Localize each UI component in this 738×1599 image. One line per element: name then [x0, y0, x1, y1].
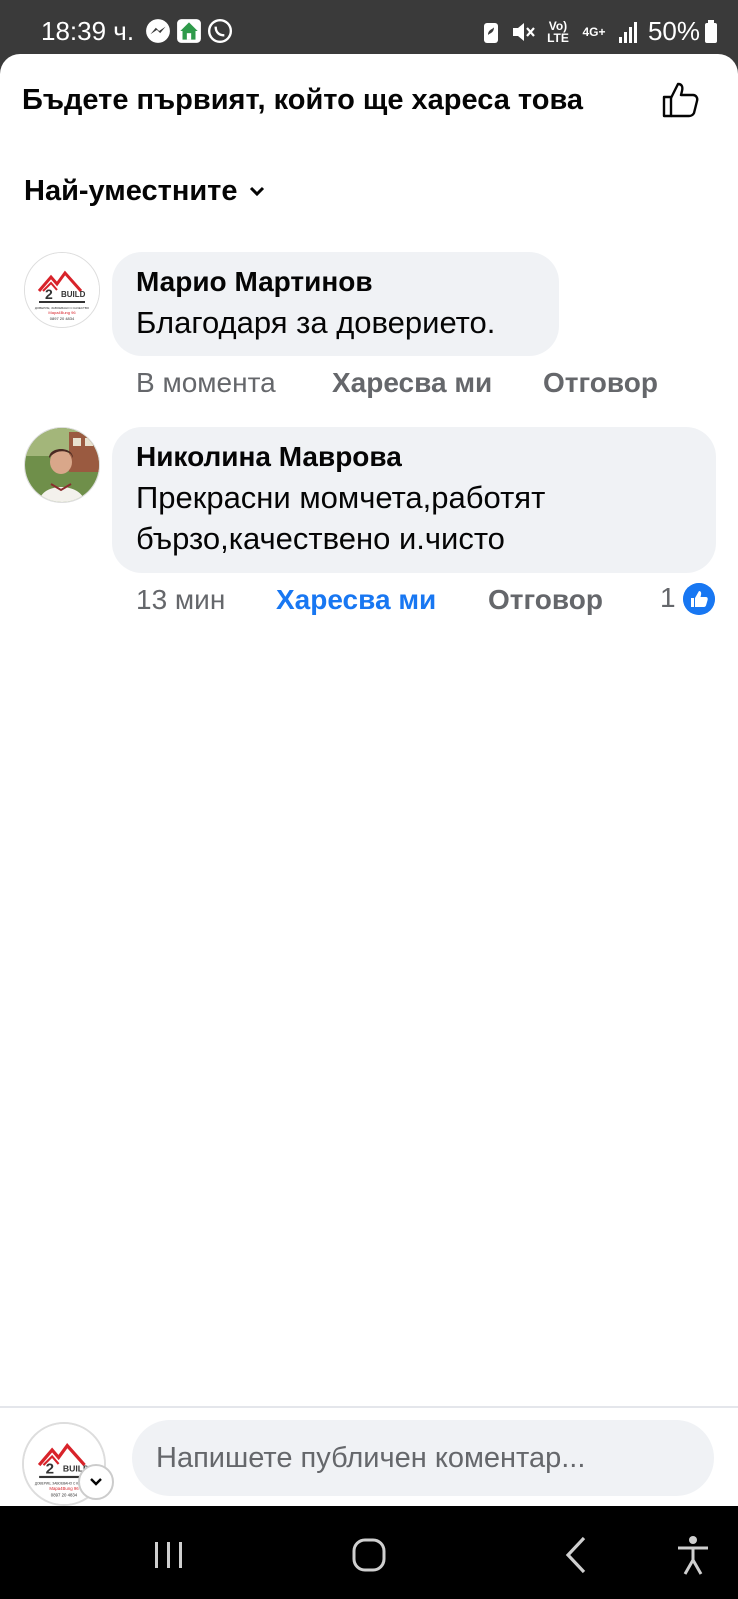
4g-icon: 4G+ — [582, 24, 606, 39]
comment-bubble[interactable]: Марио Мартинов Благодаря за доверието. — [112, 252, 559, 356]
svg-text:2: 2 — [46, 1461, 54, 1478]
svg-text:BUILD: BUILD — [61, 290, 86, 299]
like-outline-icon[interactable] — [660, 80, 700, 120]
status-time: 18:39 ч. — [41, 16, 135, 46]
like-button[interactable]: Харесва ми — [332, 367, 492, 399]
signal-icon — [618, 21, 637, 43]
comment-text: Благодаря за доверието. — [136, 305, 496, 340]
messenger-icon — [146, 19, 170, 43]
comment-time: В момента — [136, 367, 276, 398]
chevron-down-icon — [90, 1478, 102, 1486]
svg-text:2: 2 — [45, 286, 53, 302]
sort-dropdown[interactable]: Най-уместните — [24, 175, 266, 208]
sort-label: Най-уместните — [24, 175, 238, 207]
volte-icon: Vo) LTE — [547, 18, 569, 45]
home-button-icon[interactable] — [344, 1530, 394, 1580]
home-icon — [177, 19, 201, 43]
battery-icon — [705, 19, 717, 43]
status-bar: 18:39 ч. Vo) LTE 4G+ 50% — [0, 0, 738, 62]
battery-percent: 50% — [647, 16, 700, 46]
reply-button[interactable]: Отговор — [543, 367, 658, 399]
avatar[interactable]: 2 BUILD ДОВЕРИЕ, ЗАВОЕВАНО С КАЧЕСТВО Ma… — [24, 252, 100, 328]
svg-text:0897 20 4834: 0897 20 4834 — [50, 316, 75, 321]
svg-text:0897 20 4834: 0897 20 4834 — [51, 1492, 78, 1497]
comment-bubble[interactable]: Николина Маврова Прекрасни момчета,работ… — [112, 427, 716, 573]
like-reaction-icon[interactable] — [683, 583, 715, 615]
chevron-down-icon — [249, 186, 264, 196]
comment-author[interactable]: Марио Мартинов — [136, 266, 535, 298]
recent-apps-icon[interactable] — [144, 1530, 194, 1580]
battery-saver-icon — [483, 22, 498, 43]
comment-text: Прекрасни момчета,работят бързо,качестве… — [136, 480, 546, 556]
user-photo — [25, 428, 99, 502]
status-right: Vo) LTE 4G+ 50% — [482, 16, 718, 47]
comment-input-placeholder: Напишете публичен коментар... — [156, 1441, 586, 1474]
mute-icon — [512, 22, 535, 41]
comment-author[interactable]: Николина Маврова — [136, 441, 692, 473]
like-button-active[interactable]: Харесва ми — [276, 584, 436, 616]
identity-switch-button[interactable] — [78, 1464, 114, 1500]
likes-header-title[interactable]: Бъдете първият, който ще хареса това — [22, 84, 583, 117]
comment-time: 13 мин — [136, 584, 226, 615]
reply-button[interactable]: Отговор — [488, 584, 603, 616]
system-nav-bar — [0, 1506, 738, 1599]
back-icon[interactable] — [552, 1530, 602, 1580]
company-logo: 2 BUILD ДОВЕРИЕ, ЗАВОЕВАНО С КАЧЕСТВО Ma… — [25, 253, 99, 327]
reaction-count[interactable]: 1 — [660, 582, 676, 614]
avatar[interactable] — [24, 427, 100, 503]
comment-input[interactable]: Напишете публичен коментар... — [132, 1420, 714, 1496]
svg-text:Mapa4Bung 96: Mapa4Bung 96 — [48, 310, 76, 315]
svg-text:Mapa4Bung 96: Mapa4Bung 96 — [49, 1486, 79, 1491]
accessibility-icon[interactable] — [668, 1530, 718, 1580]
comment-composer: 2 BUILD ДОВЕРИЕ, ЗАВОЕВАНО С КАЧЕСТВО Ma… — [0, 1408, 738, 1506]
viber-icon — [207, 18, 233, 44]
comments-sheet: Бъдете първият, който ще хареса това Най… — [0, 54, 738, 1506]
